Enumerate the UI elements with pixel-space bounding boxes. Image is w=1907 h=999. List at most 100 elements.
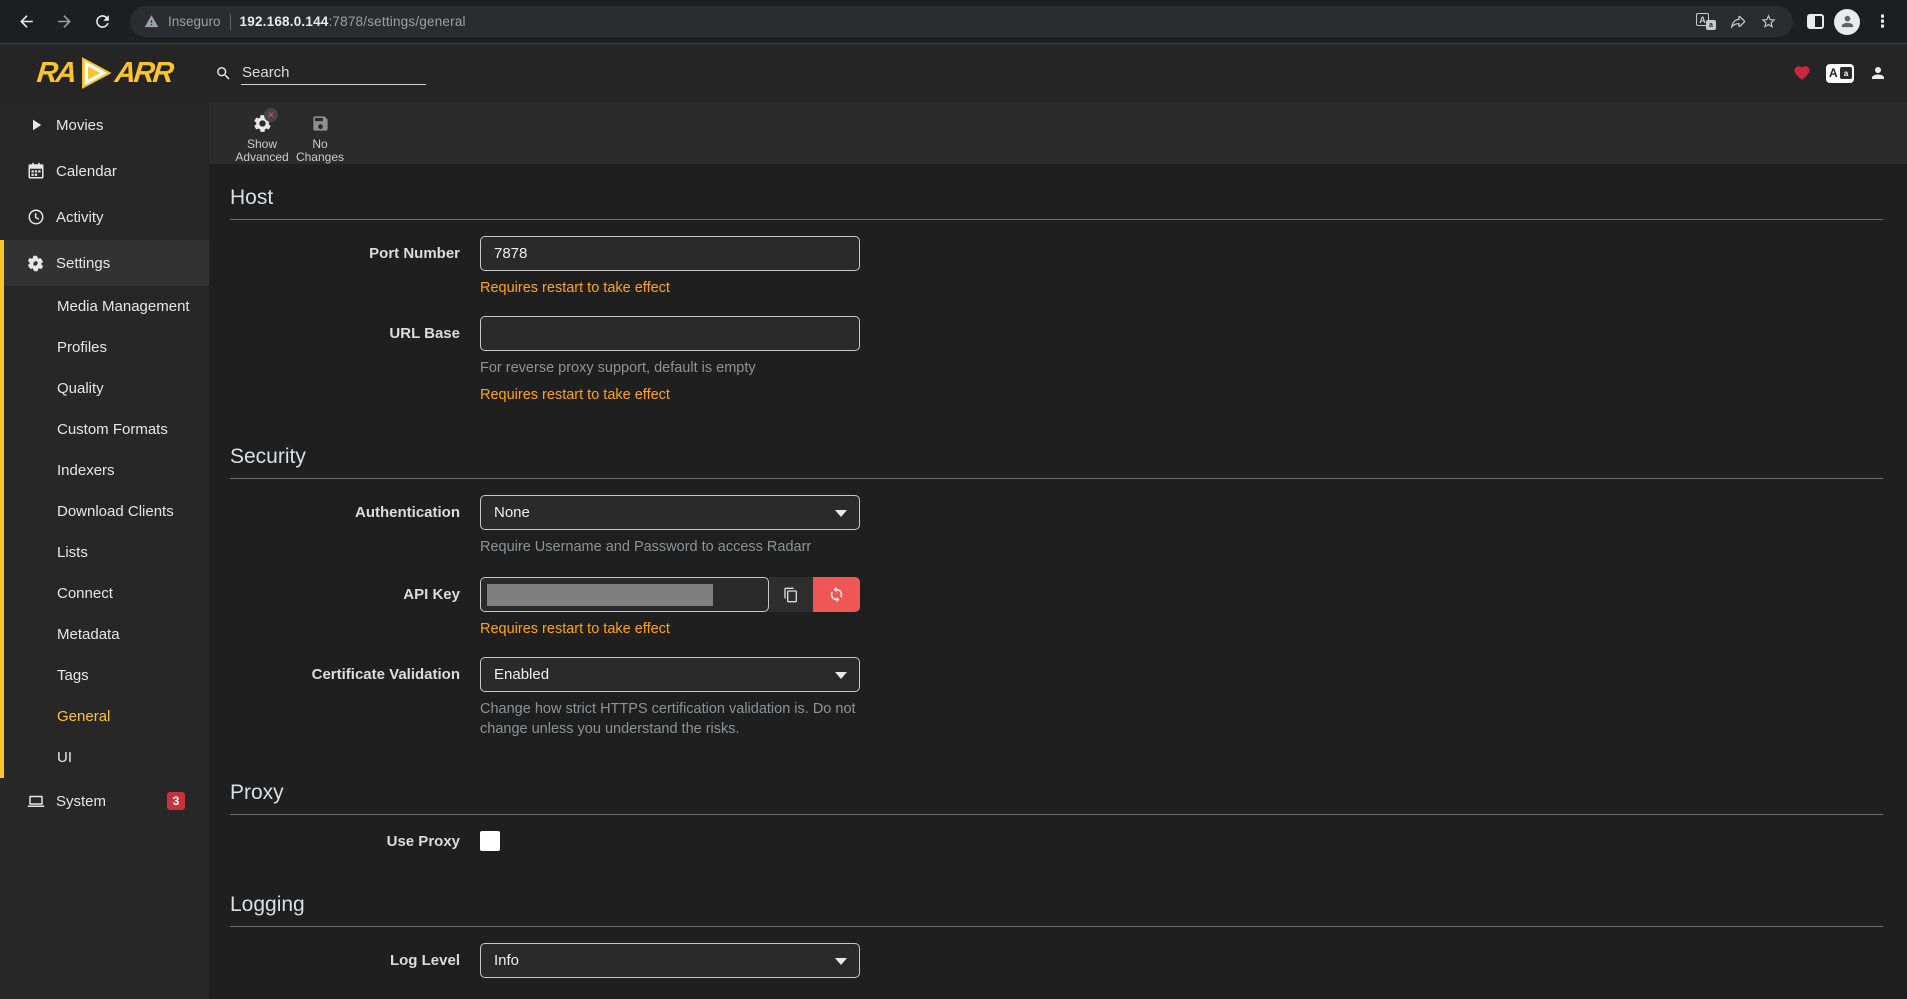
copy-api-key-button[interactable] [769,577,813,612]
system-health-badge: 3 [167,792,185,810]
url-text: 192.168.0.144:7878/settings/general [240,14,466,29]
sidebar-settings-group: Settings Media Management Profiles Quali… [0,240,209,778]
sidebar-item-movies[interactable]: Movies [0,102,209,148]
warning-triangle-icon [144,14,159,29]
forward-icon [55,12,74,31]
api-key-redacted-value [487,584,713,606]
translate-icon: Aa [1696,13,1716,30]
sidebar-item-label: System [56,793,106,810]
back-icon [17,12,36,31]
sidebar-item-general[interactable]: General [4,696,209,737]
profile-avatar[interactable] [1834,9,1860,35]
regenerate-api-key-button[interactable] [813,577,860,612]
sidebar-item-activity[interactable]: Activity [0,194,209,240]
advanced-gear-icon: ✕ [250,111,274,135]
browser-chrome: Inseguro 192.168.0.144:7878/settings/gen… [0,0,1907,44]
app-header: RA ARR A a [0,44,1907,102]
sidebar-item-media-management[interactable]: Media Management [4,286,209,327]
no-changes-label: No Changes [291,138,349,164]
show-advanced-button[interactable]: ✕ Show Advanced [233,111,291,164]
section-title-logging: Logging [230,893,1883,927]
sidebar-item-custom-formats[interactable]: Custom Formats [4,409,209,450]
show-advanced-label: Show Advanced [233,138,291,164]
api-key-field[interactable] [480,577,769,612]
side-panel-icon[interactable] [1807,14,1824,29]
sidebar-item-download-clients[interactable]: Download Clients [4,491,209,532]
authentication-row: Authentication None Require Username and… [230,495,1883,557]
search-bar [215,61,426,85]
sidebar-item-calendar[interactable]: Calendar [0,148,209,194]
browser-forward-button[interactable] [50,8,78,36]
section-title-proxy: Proxy [230,781,1883,815]
log-level-value: Info [494,952,519,969]
radarr-play-logo-icon [77,55,113,91]
log-level-label: Log Level [230,943,480,978]
sidebar-item-label: Activity [56,209,104,226]
chevron-down-icon [835,510,847,517]
translate-page-button[interactable]: Aa [1695,11,1717,33]
log-level-select[interactable]: Info [480,943,860,978]
sidebar-item-system[interactable]: System 3 [0,778,209,824]
browser-menu-icon[interactable]: ⋮ [1870,12,1895,32]
security-form: Authentication None Require Username and… [230,479,1883,739]
person-icon [1869,64,1887,82]
browser-back-button[interactable] [12,8,40,36]
page-toolbar: ✕ Show Advanced No Changes [209,102,1907,164]
chevron-down-icon [835,958,847,965]
url-base-restart-warning: Requires restart to take effect [480,387,860,403]
heart-icon [1793,64,1811,82]
address-bar[interactable]: Inseguro 192.168.0.144:7878/settings/gen… [130,6,1793,37]
sidebar-item-settings[interactable]: Settings [4,240,209,286]
url-base-input[interactable] [480,316,860,351]
url-base-row: URL Base For reverse proxy support, defa… [230,316,1883,403]
authentication-value: None [494,504,530,521]
sidebar-item-ui[interactable]: UI [4,737,209,778]
logo-text-right: ARR [113,59,173,88]
sidebar-item-indexers[interactable]: Indexers [4,450,209,491]
use-proxy-row: Use Proxy [230,831,1883,851]
radarr-logo[interactable]: RA ARR [0,55,209,91]
use-proxy-label: Use Proxy [230,833,480,850]
authentication-select[interactable]: None [480,495,860,530]
activity-clock-icon [26,208,45,227]
settings-gears-icon [26,254,45,273]
sidebar-item-tags[interactable]: Tags [4,655,209,696]
authentication-label: Authentication [230,495,480,557]
search-input[interactable] [241,61,426,85]
proxy-form: Use Proxy [230,815,1883,851]
sidebar: Movies Calendar Activity Settings Media … [0,102,209,999]
donate-button[interactable] [1793,64,1811,82]
address-bar-divider [230,14,231,30]
port-number-input[interactable] [480,236,860,271]
sidebar-item-connect[interactable]: Connect [4,573,209,614]
sidebar-item-quality[interactable]: Quality [4,368,209,409]
sidebar-item-profiles[interactable]: Profiles [4,327,209,368]
header-actions: A a [1793,64,1887,83]
copy-icon [783,587,799,603]
url-base-helper: For reverse proxy support, default is em… [480,358,860,378]
sidebar-item-lists[interactable]: Lists [4,532,209,573]
share-button[interactable] [1726,11,1748,33]
certificate-validation-helper: Change how strict HTTPS certification va… [480,699,860,739]
authentication-helper: Require Username and Password to access … [480,537,860,557]
sidebar-item-metadata[interactable]: Metadata [4,614,209,655]
url-host: 192.168.0.144 [240,14,329,29]
logging-form: Log Level Info [230,927,1883,978]
certificate-validation-select[interactable]: Enabled [480,657,860,692]
use-proxy-checkbox[interactable] [480,831,500,851]
user-button[interactable] [1869,64,1887,82]
translate-widget-button[interactable]: A a [1826,64,1854,83]
sidebar-item-label: Settings [56,255,110,272]
share-icon [1729,13,1746,30]
system-computer-icon [26,792,45,811]
sidebar-item-label: Movies [56,117,104,134]
url-path: :7878/settings/general [328,14,465,29]
movies-play-icon [26,116,45,135]
api-key-label: API Key [230,577,480,637]
security-status-label[interactable]: Inseguro [168,14,221,29]
save-changes-button[interactable]: No Changes [291,111,349,164]
bookmark-button[interactable] [1757,11,1779,33]
sidebar-item-label: Calendar [56,163,117,180]
api-key-restart-warning: Requires restart to take effect [480,621,860,637]
browser-reload-button[interactable] [88,8,116,36]
